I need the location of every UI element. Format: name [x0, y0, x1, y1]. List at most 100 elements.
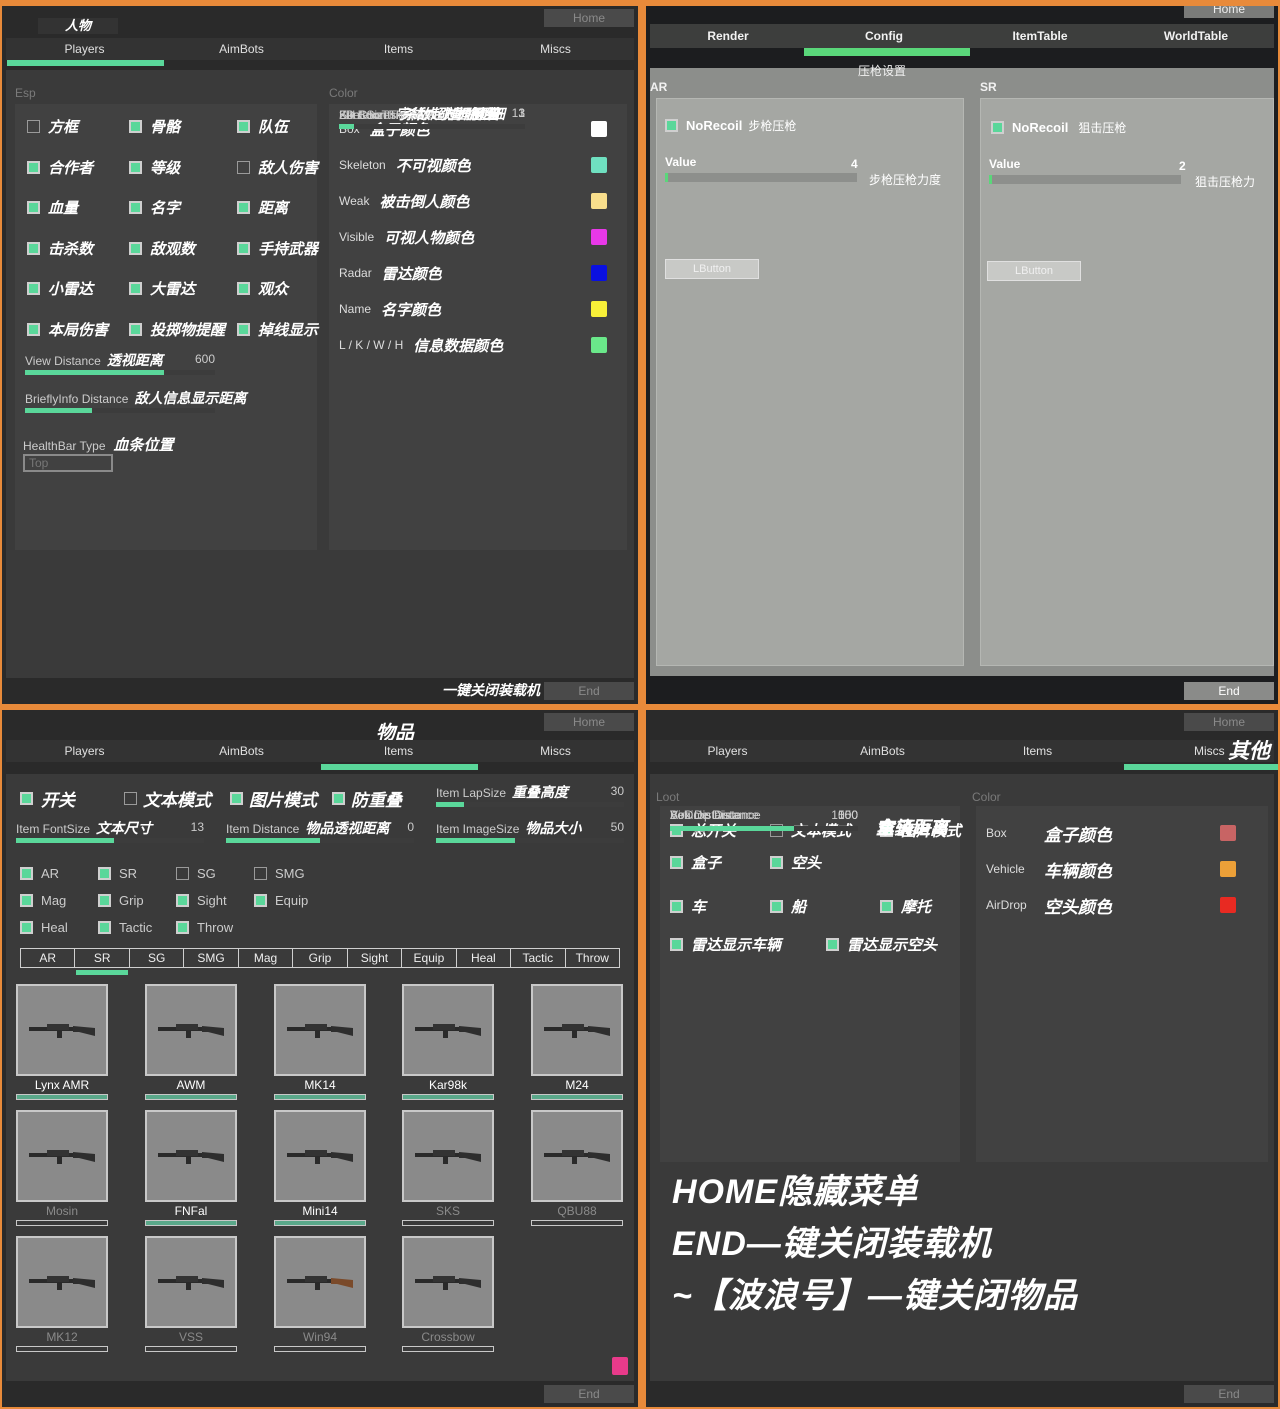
weapon-tile[interactable]: Mosin [16, 1110, 108, 1226]
esp-checkbox[interactable]: 小雷达 [27, 278, 93, 299]
category-tab[interactable]: SMG [184, 949, 239, 967]
weapon-toggle[interactable] [402, 1094, 494, 1100]
weapon-toggle[interactable] [16, 1220, 108, 1226]
weapon-tile[interactable]: AWM [145, 984, 237, 1100]
color-swatch[interactable] [1220, 825, 1236, 841]
weapon-tile[interactable]: VSS [145, 1236, 237, 1352]
esp-checkbox[interactable]: 血量 [27, 197, 78, 218]
weapon-tile[interactable]: Lynx AMR [16, 984, 108, 1100]
weapon-toggle[interactable] [145, 1346, 237, 1352]
category-checkbox[interactable]: Grip [98, 893, 144, 908]
category-checkbox[interactable]: Equip [254, 893, 308, 908]
weapon-tile[interactable]: MK14 [274, 984, 366, 1100]
color-swatch[interactable] [1220, 897, 1236, 913]
slider[interactable]: Item FontSize 文本尺寸 13 [16, 818, 204, 848]
slider[interactable]: BrieflyInfo Distance 敌人信息显示距离 [25, 388, 246, 418]
esp-checkbox[interactable]: 方框 [27, 116, 78, 137]
tab-miscs[interactable]: Miscs 其他 [1115, 740, 1274, 762]
end-button[interactable]: End [544, 1385, 634, 1403]
tab-aimbots[interactable]: AimBots [163, 740, 320, 762]
items-top-checkbox[interactable]: 防重叠 [332, 786, 402, 811]
loot-checkbox[interactable]: 空头 [770, 852, 821, 873]
home-button[interactable]: Home [1184, 713, 1274, 731]
weapon-toggle[interactable] [531, 1220, 623, 1226]
tab-render[interactable]: Render [650, 24, 806, 48]
healthbar-select[interactable]: Top [23, 454, 113, 472]
color-swatch[interactable] [591, 301, 607, 317]
value-slider[interactable] [665, 173, 857, 182]
esp-checkbox[interactable]: 队伍 [237, 116, 288, 137]
tab-aimbots[interactable]: AimBots [163, 38, 320, 60]
slider-track[interactable] [670, 826, 858, 831]
category-checkbox[interactable]: SG [176, 866, 216, 881]
category-checkbox[interactable]: AR [20, 866, 59, 881]
home-button[interactable]: Home [544, 713, 634, 731]
category-tab[interactable]: Mag [239, 949, 294, 967]
color-swatch[interactable] [591, 337, 607, 353]
category-checkbox[interactable]: Tactic [98, 920, 152, 935]
tab-players[interactable]: Players [6, 38, 163, 60]
category-checkbox[interactable]: SR [98, 866, 137, 881]
end-button[interactable]: End [1184, 682, 1274, 700]
items-top-checkbox[interactable]: 开关 [20, 786, 75, 811]
esp-checkbox[interactable]: 击杀数 [27, 238, 93, 259]
color-swatch[interactable] [591, 157, 607, 173]
esp-checkbox[interactable]: 掉线显示 [237, 319, 318, 340]
slider-track[interactable] [436, 838, 624, 843]
weapon-toggle[interactable] [16, 1094, 108, 1100]
color-swatch[interactable] [1220, 861, 1236, 877]
color-swatch[interactable] [591, 121, 607, 137]
category-tab[interactable]: SG [130, 949, 185, 967]
slider-track[interactable] [226, 838, 414, 843]
weapon-tile[interactable]: QBU88 [531, 1110, 623, 1226]
home-button[interactable]: Home [544, 9, 634, 27]
weapon-toggle[interactable] [274, 1346, 366, 1352]
tab-miscs[interactable]: Miscs [477, 38, 634, 60]
tab-worldtable[interactable]: WorldTable [1118, 24, 1274, 48]
loot-checkbox[interactable]: 摩托 [880, 896, 931, 917]
slider[interactable]: Kill Counts 杀敌超过几预警 3 [339, 104, 525, 134]
weapon-tile[interactable]: M24 [531, 984, 623, 1100]
end-button[interactable]: End [1184, 1385, 1274, 1403]
esp-checkbox[interactable]: 观众 [237, 278, 288, 299]
category-tab[interactable]: Sight [348, 949, 403, 967]
category-tab[interactable]: SR [75, 949, 130, 967]
category-checkbox[interactable]: Sight [176, 893, 227, 908]
esp-checkbox[interactable]: 名字 [129, 197, 180, 218]
lbutton[interactable]: LButton [987, 261, 1081, 281]
slider[interactable]: Item Distance 物品透视距离 0 [226, 818, 414, 848]
weapon-tile[interactable]: SKS [402, 1110, 494, 1226]
category-checkbox[interactable]: SMG [254, 866, 305, 881]
items-top-checkbox[interactable]: 图片模式 [230, 786, 317, 811]
esp-checkbox[interactable]: 本局伤害 [27, 319, 108, 340]
color-swatch[interactable] [591, 265, 607, 281]
esp-checkbox[interactable]: 骨骼 [129, 116, 180, 137]
tab-config[interactable]: Config [806, 24, 962, 48]
weapon-tile[interactable]: Kar98k [402, 984, 494, 1100]
color-swatch[interactable] [591, 229, 607, 245]
weapon-toggle[interactable] [402, 1220, 494, 1226]
tab-items[interactable]: Items [320, 38, 477, 60]
category-tab[interactable]: Equip [402, 949, 457, 967]
slider-track[interactable] [25, 370, 215, 375]
color-picker-swatch[interactable] [612, 1357, 628, 1375]
weapon-toggle[interactable] [274, 1220, 366, 1226]
tab-miscs[interactable]: Miscs [477, 740, 634, 762]
tab-itemtable[interactable]: ItemTable [962, 24, 1118, 48]
tab-players[interactable]: Players [650, 740, 805, 762]
esp-checkbox[interactable]: 距离 [237, 197, 288, 218]
weapon-toggle[interactable] [531, 1094, 623, 1100]
slider-track[interactable] [339, 124, 525, 129]
category-checkbox[interactable]: Throw [176, 920, 233, 935]
weapon-tile[interactable]: FNFal [145, 1110, 237, 1226]
tab-items[interactable]: Items [320, 740, 477, 762]
weapon-toggle[interactable] [274, 1094, 366, 1100]
weapon-toggle[interactable] [145, 1220, 237, 1226]
category-tab[interactable]: AR [21, 949, 76, 967]
home-button[interactable]: Home [1184, 6, 1274, 18]
weapon-toggle[interactable] [16, 1346, 108, 1352]
category-tab[interactable]: Throw [566, 949, 619, 967]
weapon-toggle[interactable] [145, 1094, 237, 1100]
loot-checkbox[interactable]: 盒子 [670, 852, 721, 873]
esp-checkbox[interactable]: 敌观数 [129, 238, 195, 259]
